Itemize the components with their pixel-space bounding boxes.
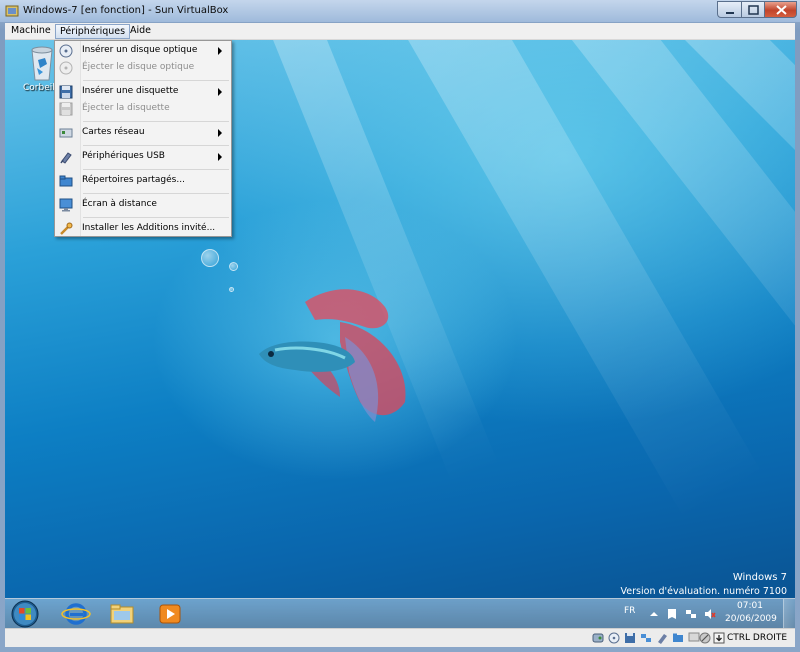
menu-item-insert-floppy[interactable]: Insérer une disquette xyxy=(56,83,231,101)
menu-aide[interactable]: Aide xyxy=(126,24,155,39)
windows-explorer-icon[interactable] xyxy=(107,601,137,627)
usb-status-icon[interactable] xyxy=(656,632,668,644)
action-center-icon[interactable] xyxy=(666,608,678,620)
optical-disc-eject-icon xyxy=(59,61,73,75)
menu-separator xyxy=(83,80,229,81)
menu-separator xyxy=(83,121,229,122)
volume-muted-icon[interactable] xyxy=(704,608,716,620)
clock-time[interactable]: 07:01 xyxy=(737,601,763,611)
bubble xyxy=(229,287,234,292)
guest-additions-icon xyxy=(60,222,73,235)
taskbar: FR 07:01 20/06/2009 xyxy=(5,598,795,628)
menu-item-usb-devices[interactable]: Périphériques USB xyxy=(56,148,231,166)
media-player-icon[interactable] xyxy=(155,601,185,627)
menu-item-remote-display[interactable]: Écran à distance xyxy=(56,196,231,214)
hard-disk-activity-icon[interactable] xyxy=(592,632,604,644)
window-title: Windows-7 [en fonction] - Sun VirtualBox xyxy=(23,5,229,16)
usb-icon xyxy=(60,152,72,164)
close-icon xyxy=(776,5,787,15)
menu-item-label: Cartes réseau xyxy=(82,127,145,137)
peripheriques-dropdown-menu: Insérer un disque optique Éjecter le dis… xyxy=(54,40,232,237)
minimize-button[interactable] xyxy=(717,1,742,18)
floppy-icon xyxy=(59,85,73,99)
bubble xyxy=(201,249,219,267)
submenu-arrow-icon xyxy=(218,129,222,137)
recycle-bin-icon[interactable] xyxy=(27,44,57,82)
submenu-arrow-icon xyxy=(218,153,222,161)
floppy-eject-icon xyxy=(59,102,73,116)
internet-explorer-icon[interactable] xyxy=(61,601,91,627)
menu-separator xyxy=(83,217,229,218)
virtualbox-window: Windows-7 [en fonction] - Sun VirtualBox… xyxy=(0,0,800,652)
menu-item-insert-optical-disc[interactable]: Insérer un disque optique xyxy=(56,42,231,60)
show-hidden-icons-icon[interactable] xyxy=(648,608,660,620)
menu-item-label: Insérer une disquette xyxy=(82,86,179,96)
menu-item-label: Insérer un disque optique xyxy=(82,45,198,55)
minimize-icon xyxy=(726,12,734,14)
remote-display-icon xyxy=(59,198,73,212)
menu-item-label: Éjecter le disque optique xyxy=(82,62,195,72)
title-bar[interactable]: Windows-7 [en fonction] - Sun VirtualBox xyxy=(0,0,800,22)
menu-item-label: Éjecter la disquette xyxy=(82,103,170,113)
shared-folder-icon xyxy=(59,175,73,187)
menu-item-install-guest-additions[interactable]: Installer les Additions invité... xyxy=(56,220,231,238)
menu-bar: Machine Périphériques Aide xyxy=(5,23,795,40)
floppy-drive-status-icon[interactable] xyxy=(624,632,636,644)
watermark-title: Windows 7 xyxy=(732,572,787,583)
host-key-label: CTRL DROITE xyxy=(727,633,788,643)
language-indicator[interactable]: FR xyxy=(624,606,635,616)
menu-item-network-cards[interactable]: Cartes réseau xyxy=(56,124,231,142)
optical-disc-icon xyxy=(59,44,73,58)
menu-peripheriques[interactable]: Périphériques xyxy=(55,24,131,39)
clock-date[interactable]: 20/06/2009 xyxy=(725,614,777,624)
menu-separator xyxy=(83,145,229,146)
network-status-icon[interactable] xyxy=(640,632,652,644)
start-orb-icon[interactable] xyxy=(10,599,40,628)
optical-drive-status-icon[interactable] xyxy=(608,632,620,644)
mouse-integration-icon[interactable] xyxy=(699,632,711,644)
host-key-icon[interactable] xyxy=(713,632,725,644)
show-desktop-button[interactable] xyxy=(783,599,795,628)
virtualbox-app-icon[interactable] xyxy=(5,4,19,18)
shared-folders-status-icon[interactable] xyxy=(672,632,684,644)
menu-item-shared-folders[interactable]: Répertoires partagés... xyxy=(56,172,231,190)
maximize-icon xyxy=(748,5,759,15)
betta-fish-image xyxy=(259,289,406,422)
menu-item-label: Installer les Additions invité... xyxy=(82,223,216,233)
maximize-button[interactable] xyxy=(741,1,765,18)
menu-item-label: Écran à distance xyxy=(82,199,157,209)
menu-item-label: Périphériques USB xyxy=(82,151,165,161)
menu-item-label: Répertoires partagés... xyxy=(82,175,185,185)
menu-separator xyxy=(83,169,229,170)
menu-separator xyxy=(83,193,229,194)
menu-machine[interactable]: Machine xyxy=(7,24,55,39)
virtualbox-status-bar: CTRL DROITE xyxy=(5,628,795,647)
menu-item-eject-floppy[interactable]: Éjecter la disquette xyxy=(56,100,231,118)
close-button[interactable] xyxy=(764,1,797,18)
bubble xyxy=(229,262,238,271)
network-card-icon xyxy=(59,128,73,138)
watermark-build: Version d'évaluation. numéro 7100 xyxy=(620,586,787,597)
network-status-icon[interactable] xyxy=(685,608,697,620)
submenu-arrow-icon xyxy=(218,88,222,96)
menu-item-eject-optical-disc[interactable]: Éjecter le disque optique xyxy=(56,59,231,77)
submenu-arrow-icon xyxy=(218,47,222,55)
